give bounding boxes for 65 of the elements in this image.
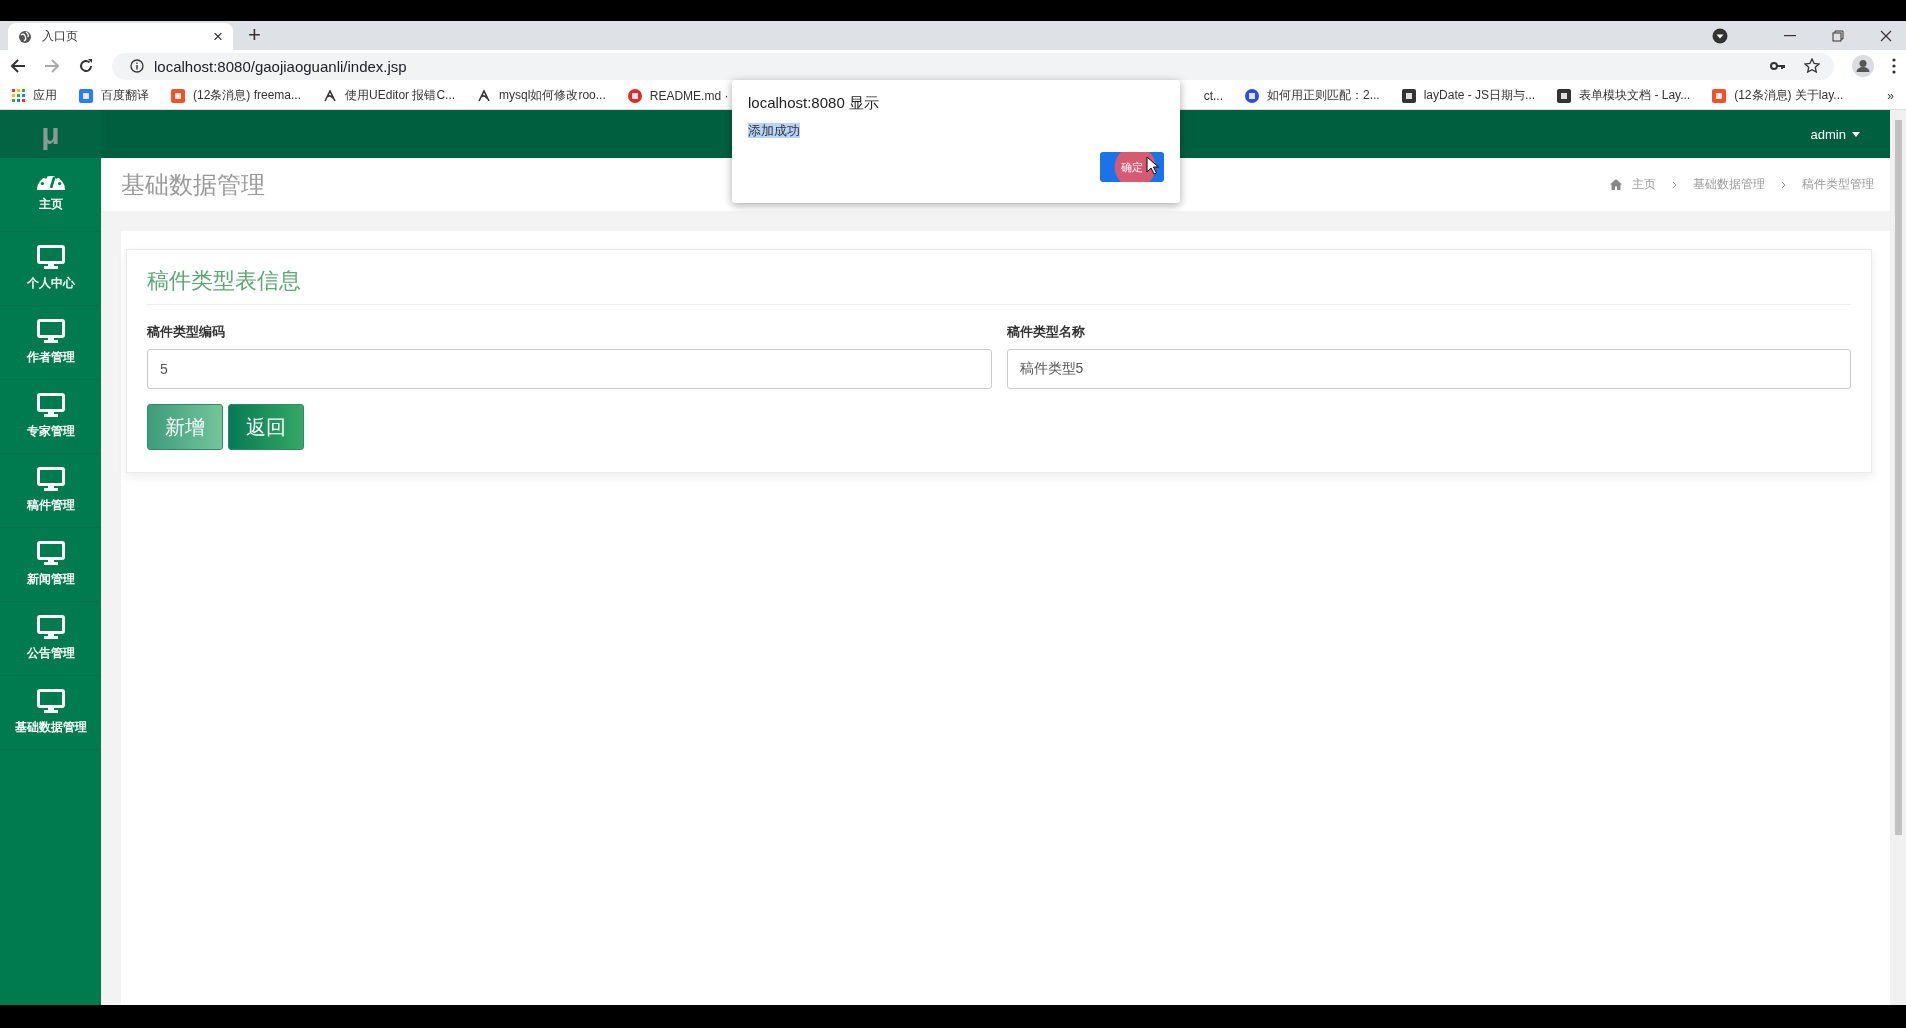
back-button[interactable]: 返回 [228, 404, 304, 450]
apps-grid-icon [12, 89, 25, 102]
bookmark-favicon [627, 88, 642, 103]
bookmark[interactable]: (12条消息) 关于lay... [1712, 87, 1844, 104]
bookmark[interactable]: ct... [1203, 88, 1223, 103]
home-icon [1610, 179, 1622, 190]
reload-icon[interactable] [78, 58, 94, 74]
bookmark[interactable]: 表单模块文档 - Lay... [1557, 87, 1691, 104]
field-label: 稿件类型编码 [147, 323, 226, 341]
chevron-icon [1672, 180, 1677, 189]
new-tab-button[interactable]: + [248, 22, 261, 48]
bookmark-favicon [1557, 88, 1572, 103]
dashboard-icon [36, 176, 65, 190]
monitor-icon [36, 393, 65, 417]
back-icon[interactable] [10, 58, 26, 74]
caret-icon [1852, 131, 1860, 137]
ok-button[interactable]: 确定 [1100, 152, 1164, 182]
more-bookmarks-button[interactable]: » [1887, 88, 1894, 103]
monitor-icon [36, 467, 65, 491]
scrollbar[interactable] [1894, 120, 1902, 835]
monitor-icon [36, 615, 65, 639]
field-label: 稿件类型名称 [1006, 323, 1086, 341]
close-tab-button[interactable]: × [213, 26, 223, 47]
bookmark-favicon [171, 88, 185, 103]
logo: μ [0, 110, 101, 158]
page-title: 基础数据管理 [121, 169, 265, 200]
dialog-message: 添加成功 [748, 123, 800, 138]
user-menu[interactable]: admin [1810, 126, 1860, 142]
bookmark-favicon [1245, 88, 1259, 103]
bookmark-favicon [323, 88, 338, 103]
minimize-icon[interactable] [1784, 34, 1796, 37]
address-field[interactable]: localhost:8080/gaojiaoguanli/index.jsp [112, 52, 1834, 80]
chevron-icon [1781, 180, 1786, 189]
restore-icon[interactable] [1832, 29, 1844, 42]
monitor-icon [36, 245, 65, 269]
monitor-icon [36, 541, 65, 565]
dialog-title: localhost:8080 显示 [748, 94, 880, 113]
bookmark[interactable]: mysql如何修改roo... [477, 87, 606, 104]
input-field[interactable]: 稿件类型5 [1006, 349, 1851, 389]
tab-title: 入口页 [42, 28, 79, 45]
info-icon [130, 59, 144, 73]
star-icon[interactable] [1804, 58, 1820, 74]
browser-tab[interactable]: 入口页 × [8, 23, 233, 50]
bookmark[interactable]: (12条消息) freema... [171, 87, 302, 104]
bookmark[interactable]: README.md · [627, 88, 729, 103]
bookmark[interactable]: 应用 [12, 87, 57, 104]
monitor-icon [36, 319, 65, 343]
bookmark[interactable]: 使用UEditor 报错C... [323, 87, 456, 104]
close-icon[interactable] [1880, 29, 1892, 42]
input-field[interactable]: 5 [147, 349, 992, 389]
bookmark[interactable]: layDate - JS日期与... [1401, 87, 1536, 104]
bookmark-favicon [79, 88, 93, 103]
bookmark[interactable]: 如何用正则匹配：2... [1245, 87, 1380, 104]
card-title: 稿件类型表信息 [147, 266, 1851, 305]
monitor-icon [36, 689, 65, 713]
menu-icon[interactable] [1892, 58, 1896, 74]
cursor-icon [1146, 156, 1159, 175]
globe-icon [18, 29, 32, 44]
key-icon[interactable] [1770, 61, 1786, 71]
bookmark-favicon [1401, 88, 1416, 103]
bookmark-favicon [1712, 88, 1727, 103]
profile-dropdown-icon[interactable] [1712, 27, 1728, 44]
bookmark-favicon [477, 88, 492, 103]
profile-icon[interactable] [1852, 55, 1874, 77]
bookmark[interactable]: 百度翻译 [79, 87, 149, 104]
